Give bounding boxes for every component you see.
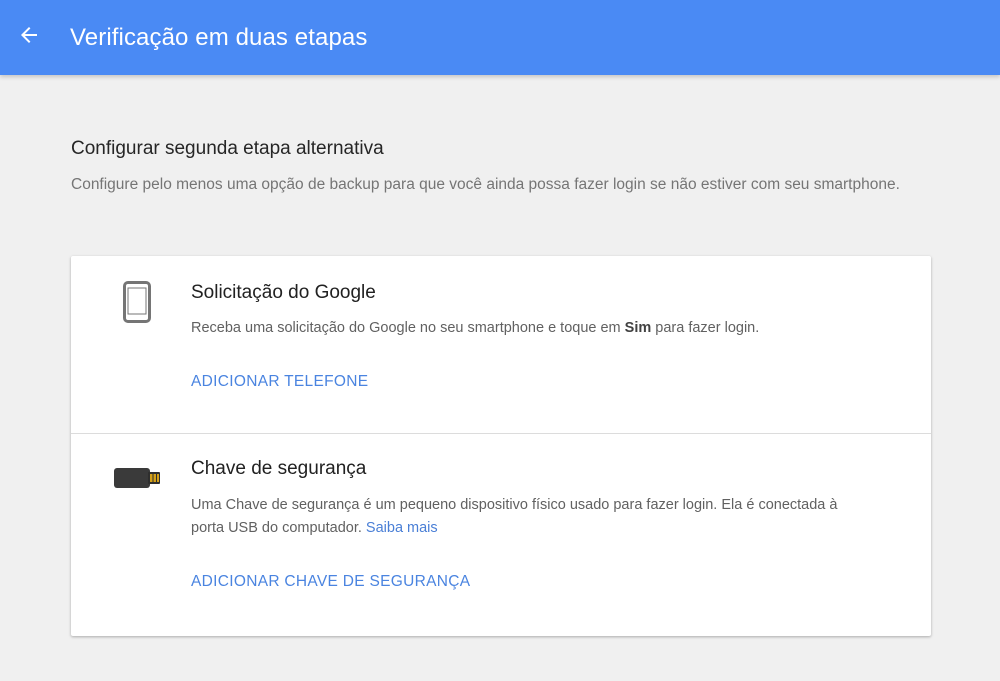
section-header: Configurar segunda etapa alternativa Con… — [71, 133, 931, 198]
bold-yes: Sim — [624, 320, 652, 336]
section-title: Configurar segunda etapa alternativa — [71, 138, 384, 159]
section-description: Configure pelo menos uma opção de backup… — [71, 176, 900, 193]
option-description: Receba uma solicitação do Google no seu … — [191, 320, 760, 336]
add-security-key-button[interactable]: ADICIONAR CHAVE DE SEGURANÇA — [191, 573, 470, 591]
back-button[interactable] — [1, 0, 57, 75]
learn-more-link[interactable]: Saiba mais — [366, 520, 438, 536]
option-description: Uma Chave de segurança é um pequeno disp… — [191, 497, 838, 536]
option-title: Solicitação do Google — [191, 282, 376, 303]
page-title: Verificação em duas etapas — [70, 23, 368, 51]
backup-options-card: Solicitação do Google Receba uma solicit… — [71, 256, 931, 636]
add-phone-button[interactable]: ADICIONAR TELEFONE — [191, 373, 368, 391]
option-title: Chave de segurança — [191, 458, 367, 479]
usb-security-key-icon — [113, 466, 161, 495]
option-google-prompt: Solicitação do Google Receba uma solicit… — [71, 256, 931, 434]
smartphone-icon — [123, 281, 151, 328]
app-bar: Verificação em duas etapas — [0, 0, 1000, 75]
option-security-key: Chave de segurança Uma Chave de seguranç… — [71, 434, 931, 636]
arrow-back-icon[interactable] — [17, 23, 41, 52]
